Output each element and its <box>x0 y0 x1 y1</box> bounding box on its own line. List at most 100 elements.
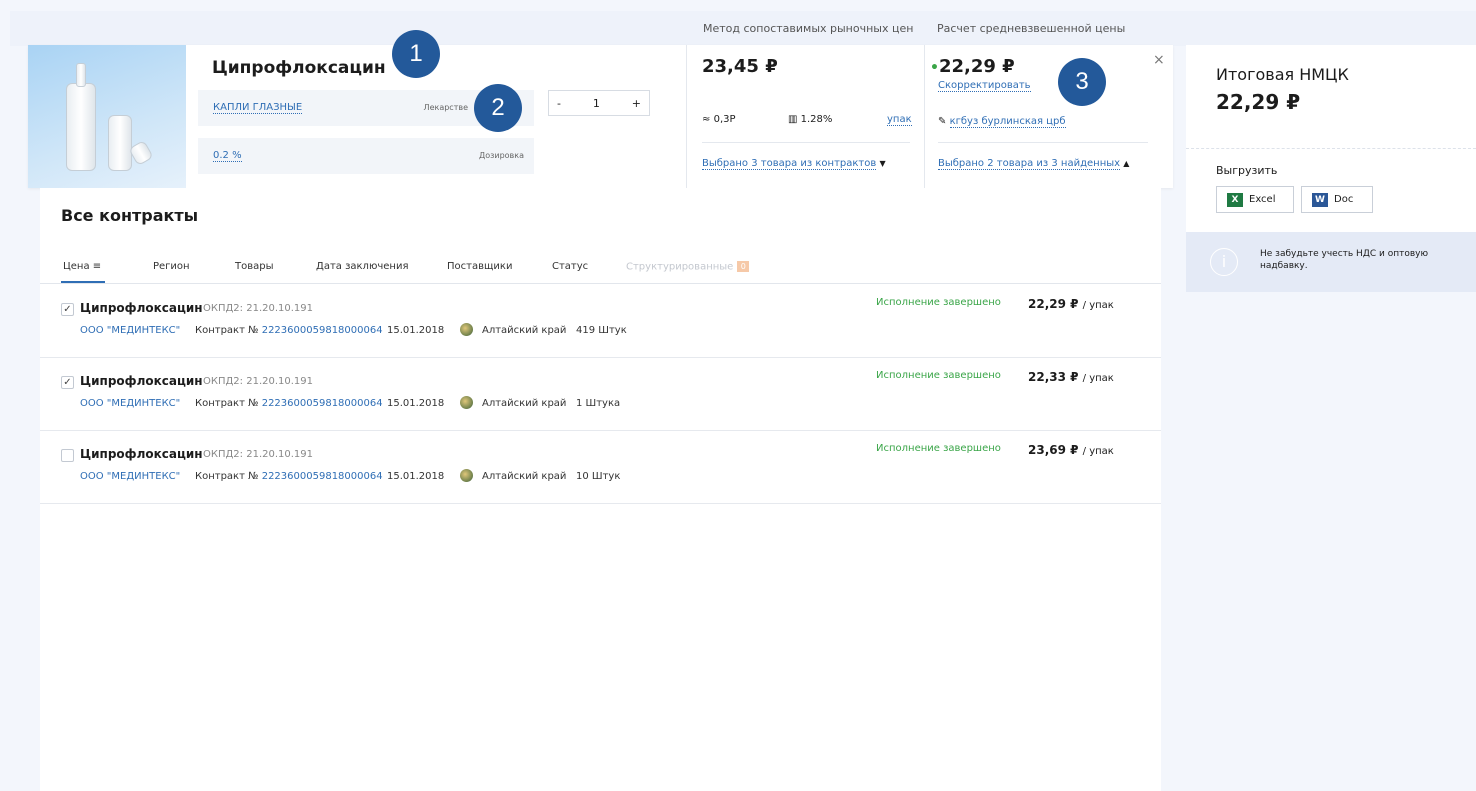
dose-label: Дозировка <box>478 151 524 160</box>
price-percent: ▥ 1.28% <box>788 114 832 125</box>
summary-title: Итоговая НМЦК <box>1216 65 1349 84</box>
method-column-header: Метод сопоставимых рыночных цен <box>703 22 914 35</box>
product-name: Ципрофлоксацин <box>212 58 386 78</box>
tab-goods[interactable]: Товары <box>235 261 274 272</box>
row-region: Алтайский край <box>482 471 567 482</box>
row-quantity: 419 Штук <box>576 325 627 336</box>
row-region: Алтайский край <box>482 325 567 336</box>
export-label: Выгрузить <box>1216 164 1278 177</box>
bottle-dropper-shape <box>128 139 154 167</box>
row-okpd: ОКПД2: 21.20.10.191 <box>203 303 314 314</box>
tab-suppliers[interactable]: Поставщики <box>447 261 512 272</box>
row-quantity: 1 Штука <box>576 398 621 409</box>
caret-down-icon: ▼ <box>879 159 886 168</box>
customer-link[interactable]: кгбуз бурлинская црб <box>949 116 1066 128</box>
customer-row[interactable]: ✎ кгбуз бурлинская црб <box>938 116 1066 128</box>
market-selected-link[interactable]: Выбрано 3 товара из контрактов <box>702 158 877 170</box>
row-date: 15.01.2018 <box>387 471 445 482</box>
tab-region[interactable]: Регион <box>153 261 190 272</box>
region-emblem-icon <box>460 323 473 336</box>
doc-export-button[interactable]: W Doc <box>1301 186 1373 213</box>
row-price: 22,33 ₽ / упак <box>1028 370 1114 384</box>
unit-link[interactable]: упак <box>887 114 912 126</box>
quantity-stepper[interactable]: - 1 + <box>548 90 650 116</box>
row-price-unit: / упак <box>1082 446 1114 457</box>
row-status: Исполнение завершено <box>876 297 1001 308</box>
vat-note: i Не забудьте учесть НДС и оптовую надба… <box>1186 232 1476 292</box>
row-price: 23,69 ₽ / упак <box>1028 443 1114 457</box>
quantity-value[interactable]: 1 <box>593 97 600 110</box>
contract-row[interactable]: Ципрофлоксацин ОКПД2: 21.20.10.191 ООО "МЕ… <box>40 431 1161 504</box>
market-price: 23,45 ₽ <box>702 56 778 77</box>
row-contract-number-link[interactable]: 2223600059818000064 <box>262 325 383 336</box>
sort-tabs: Цена ≡ Регион Товары Дата заключения Пос… <box>40 251 1161 284</box>
row-okpd: ОКПД2: 21.20.10.191 <box>203 376 314 387</box>
contracts-panel: Все контракты Цена ≡ Регион Товары Дата … <box>40 188 1161 791</box>
row-status: Исполнение завершено <box>876 443 1001 454</box>
row-date: 15.01.2018 <box>387 325 445 336</box>
badge-2: 2 <box>474 84 522 132</box>
bottle-large-shape <box>66 83 96 171</box>
row-contract-number-link[interactable]: 2223600059818000064 <box>262 471 383 482</box>
row-product-name: Ципрофлоксацин <box>80 447 203 461</box>
adjust-link[interactable]: Скорректировать <box>938 80 1031 92</box>
summary-panel: Итоговая НМЦК 22,29 ₽ <box>1186 45 1476 148</box>
caret-up-icon: ▲ <box>1123 159 1130 168</box>
row-status: Исполнение завершено <box>876 370 1001 381</box>
row-checkbox[interactable]: ✓ <box>61 303 74 316</box>
tab-date[interactable]: Дата заключения <box>316 261 408 272</box>
sort-icon: ≡ <box>92 261 102 272</box>
weighted-price: •22,29 ₽ <box>930 56 1015 77</box>
row-supplier-link[interactable]: ООО "МЕДИНТЕКС" <box>80 398 180 409</box>
weighted-selected-link[interactable]: Выбрано 2 товара из 3 найденных <box>938 158 1121 170</box>
row-supplier-link[interactable]: ООО "МЕДИНТЕКС" <box>80 325 180 336</box>
weighted-price-value: 22,29 ₽ <box>938 56 1015 77</box>
weighted-column-header: Расчет средневзвешенной цены <box>937 22 1126 35</box>
row-checkbox[interactable]: ✓ <box>61 376 74 389</box>
export-panel: Выгрузить X Excel W Doc <box>1186 148 1476 232</box>
vat-note-text: Не забудьте учесть НДС и оптовую надбавк… <box>1260 249 1429 271</box>
pencil-icon: ✎ <box>938 116 947 127</box>
market-selected-dropdown[interactable]: Выбрано 3 товара из контрактов ▼ <box>702 158 886 170</box>
delta-icon: ≈ <box>702 114 711 125</box>
tab-price[interactable]: Цена ≡ <box>60 261 106 283</box>
tab-status[interactable]: Статус <box>552 261 588 272</box>
tab-structured-label: Структурированные <box>626 261 734 273</box>
quantity-increment-button[interactable]: + <box>632 97 641 110</box>
excel-export-button[interactable]: X Excel <box>1216 186 1294 213</box>
row-contract-prefix: Контракт № <box>195 325 259 336</box>
structured-count-badge: 0 <box>737 261 750 272</box>
form-label: Лекарстве <box>423 103 468 112</box>
word-icon: W <box>1312 192 1328 207</box>
bottle-cap-shape <box>76 63 86 87</box>
row-checkbox[interactable] <box>61 449 74 462</box>
row-supplier-link[interactable]: ООО "МЕДИНТЕКС" <box>80 471 180 482</box>
row-date: 15.01.2018 <box>387 398 445 409</box>
row-okpd: ОКПД2: 21.20.10.191 <box>203 449 314 460</box>
row-price-value: 22,33 ₽ <box>1028 370 1079 384</box>
row-price-value: 22,29 ₽ <box>1028 297 1079 311</box>
close-icon[interactable]: × <box>1153 52 1165 68</box>
row-product-name: Ципрофлоксацин <box>80 374 203 388</box>
contract-row[interactable]: ✓ Ципрофлоксацин ОКПД2: 21.20.10.191 ООО "М… <box>40 358 1161 431</box>
contracts-title: Все контракты <box>61 206 199 225</box>
dose-value-link[interactable]: 0.2 % <box>213 150 242 162</box>
weighted-selected-dropdown[interactable]: Выбрано 2 товара из 3 найденных ▲ <box>938 158 1130 170</box>
row-region: Алтайский край <box>482 398 567 409</box>
row-contract: Контракт № 2223600059818000064 <box>195 398 383 409</box>
row-contract-prefix: Контракт № <box>195 471 259 482</box>
contract-row[interactable]: ✓ Ципрофлоксацин ОКПД2: 21.20.10.191 ООО "М… <box>40 285 1161 358</box>
divider <box>686 45 687 188</box>
info-icon: i <box>1210 248 1238 276</box>
row-contract-number-link[interactable]: 2223600059818000064 <box>262 398 383 409</box>
form-value-link[interactable]: КАПЛИ ГЛАЗНЫЕ <box>213 102 303 114</box>
quantity-decrement-button[interactable]: - <box>557 97 561 110</box>
dose-field[interactable]: 0.2 % Дозировка <box>198 138 534 174</box>
bottle-small-shape <box>108 115 132 171</box>
active-dot-icon: • <box>930 60 939 76</box>
divider <box>938 142 1148 143</box>
row-quantity: 10 Штук <box>576 471 621 482</box>
tab-structured[interactable]: Структурированные 0 <box>626 261 750 273</box>
excel-label: Excel <box>1249 194 1276 205</box>
row-contract: Контракт № 2223600059818000064 <box>195 325 383 336</box>
